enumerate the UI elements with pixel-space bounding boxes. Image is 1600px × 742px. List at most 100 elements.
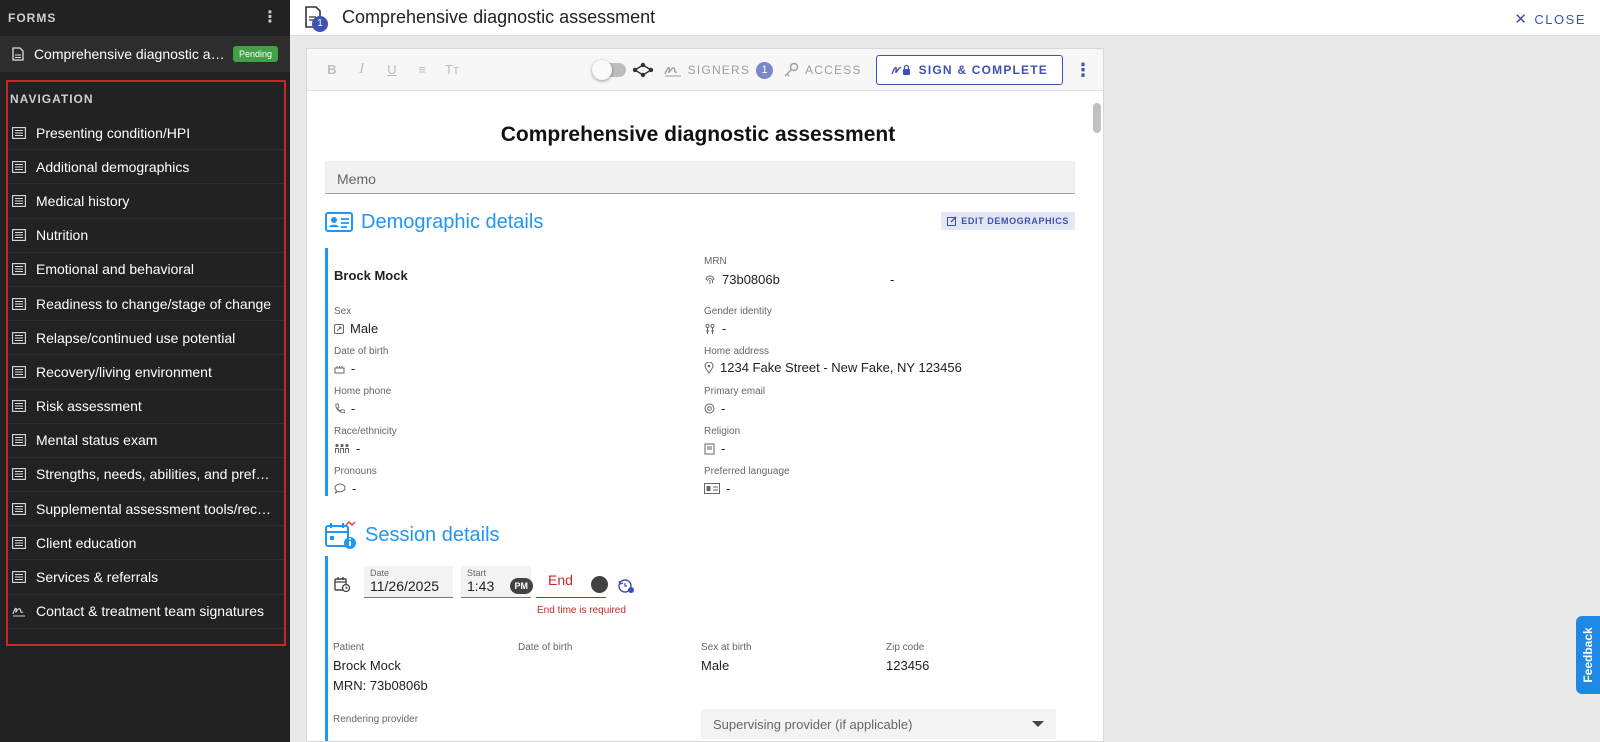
list-icon bbox=[12, 126, 26, 139]
signature-icon bbox=[12, 605, 26, 617]
ampm-toggle[interactable]: PM bbox=[509, 578, 533, 594]
form-item-current[interactable]: Comprehensive diagnostic assessment Pend… bbox=[0, 36, 290, 72]
italic-button[interactable]: I bbox=[347, 55, 377, 85]
bold-button[interactable]: B bbox=[317, 55, 347, 85]
toolbar-actions: SIGNERS 1 ACCESS SIGN & COMPLETE ⋮ bbox=[591, 49, 1103, 91]
nav-item[interactable]: Contact & treatment team signatures bbox=[8, 595, 284, 629]
close-label: CLOSE bbox=[1534, 11, 1586, 27]
nav-item[interactable]: Medical history bbox=[8, 184, 284, 219]
list-icon bbox=[12, 195, 26, 207]
start-time-field[interactable]: Start 1:43 PM bbox=[461, 566, 533, 598]
sign-lock-icon bbox=[891, 64, 910, 75]
end-time-field[interactable]: End bbox=[536, 566, 608, 598]
signers-label: SIGNERS bbox=[687, 63, 751, 77]
religion-row: - bbox=[704, 441, 725, 456]
key-icon bbox=[784, 62, 799, 77]
navigation-title: NAVIGATION bbox=[10, 92, 94, 106]
race-label: Race/ethnicity bbox=[334, 426, 397, 437]
signers-button[interactable]: SIGNERS 1 bbox=[664, 61, 774, 79]
religion-label: Religion bbox=[704, 426, 741, 437]
feedback-tab[interactable]: Feedback bbox=[1576, 616, 1600, 694]
rendering-provider-label: Rendering provider bbox=[333, 714, 419, 725]
close-icon: ✕ bbox=[1514, 11, 1529, 28]
phone-row: - bbox=[334, 401, 355, 416]
editor-toolbar: B I U ≡ Tт SIGNERS 1 ACCESS SIGN & COMPL… bbox=[307, 49, 1103, 91]
scrollbar-thumb[interactable] bbox=[1093, 103, 1101, 133]
nav-item[interactable]: Additional demographics bbox=[8, 150, 284, 185]
race-value: - bbox=[356, 441, 361, 456]
session-date-field[interactable]: Date 11/26/2025 bbox=[364, 566, 453, 598]
nav-item[interactable]: Mental status exam bbox=[8, 424, 284, 458]
end-ampm-toggle[interactable] bbox=[591, 576, 608, 593]
nav-item[interactable]: Recovery/living environment bbox=[8, 355, 284, 390]
dropdown-arrow-icon bbox=[1032, 721, 1044, 727]
nav-item[interactable]: Emotional and behavioral bbox=[8, 253, 284, 287]
close-button[interactable]: ✕ CLOSE bbox=[1514, 10, 1586, 28]
list-icon bbox=[12, 365, 26, 378]
feedback-label: Feedback bbox=[1581, 627, 1595, 683]
signers-count-badge: 1 bbox=[756, 61, 774, 79]
nav-item[interactable]: Readiness to change/stage of change bbox=[8, 287, 284, 322]
toggle-knob bbox=[591, 60, 612, 80]
clear-format-button[interactable]: Tт bbox=[437, 55, 467, 85]
nav-item-label: Readiness to change/stage of change bbox=[36, 295, 272, 312]
nav-item[interactable]: Client education bbox=[8, 526, 284, 561]
sex-value: Male bbox=[350, 321, 379, 336]
access-label: ACCESS bbox=[805, 63, 862, 77]
gender-icon bbox=[705, 323, 715, 334]
supervising-provider-select[interactable]: Supervising provider (if applicable) bbox=[701, 709, 1056, 739]
pronouns-value: - bbox=[352, 481, 357, 496]
workflow-icon bbox=[632, 62, 653, 78]
sidebar: FORMS ⋮ Comprehensive diagnostic assessm… bbox=[0, 0, 290, 742]
nav-item[interactable]: Services & referrals bbox=[8, 560, 284, 595]
workflow-toggle[interactable] bbox=[591, 60, 626, 80]
list-icon bbox=[12, 434, 26, 447]
start-label: Start bbox=[467, 568, 487, 578]
zip-label: Zip code bbox=[886, 642, 925, 653]
sign-complete-button[interactable]: SIGN & COMPLETE bbox=[875, 55, 1063, 85]
forms-more-icon[interactable]: ⋮ bbox=[262, 10, 278, 26]
nav-item-label: Strengths, needs, abilities, and prefere… bbox=[36, 466, 276, 483]
nav-item[interactable]: Strengths, needs, abilities, and prefere… bbox=[8, 458, 284, 493]
nav-item-label: Additional demographics bbox=[36, 158, 190, 175]
mrn-label: MRN bbox=[704, 256, 727, 267]
sync-time-icon[interactable] bbox=[617, 578, 635, 594]
phone-icon bbox=[335, 403, 345, 414]
fingerprint-icon bbox=[705, 275, 715, 284]
align-button[interactable]: ≡ bbox=[407, 55, 437, 85]
list-icon bbox=[12, 331, 26, 344]
nav-item-label: Services & referrals bbox=[36, 569, 159, 586]
form-document-icon: 1 bbox=[304, 4, 330, 32]
language-card-icon bbox=[704, 483, 720, 494]
language-label: Preferred language bbox=[704, 466, 790, 477]
email-row: - bbox=[704, 401, 725, 416]
access-button[interactable]: ACCESS bbox=[783, 62, 862, 78]
patient-name: Brock Mock bbox=[334, 268, 408, 283]
editor-more-icon[interactable]: ⋮ bbox=[1063, 60, 1103, 81]
top-bar: 1 Comprehensive diagnostic assessment ✕ … bbox=[290, 0, 1600, 36]
page-title: Comprehensive diagnostic assessment bbox=[342, 7, 656, 27]
patient-name-value: Brock Mock bbox=[333, 658, 401, 673]
nav-item[interactable]: Presenting condition/HPI bbox=[8, 116, 284, 151]
memo-field[interactable]: Memo bbox=[325, 161, 1075, 194]
nav-item[interactable]: Relapse/continued use potential bbox=[8, 321, 284, 356]
status-badge: Pending bbox=[232, 46, 278, 62]
session-block: Date 11/26/2025 Start 1:43 PM End End ti… bbox=[325, 556, 1075, 741]
nav-item-label: Presenting condition/HPI bbox=[36, 124, 191, 141]
email-label: Primary email bbox=[704, 386, 766, 397]
underline-button[interactable]: U bbox=[377, 55, 407, 85]
navigation-list: Presenting condition/HPI Additional demog… bbox=[8, 116, 284, 629]
nav-item-label: Recovery/living environment bbox=[36, 363, 212, 380]
form-item-label: Comprehensive diagnostic assessment bbox=[33, 46, 229, 62]
edit-demographics-button[interactable]: EDIT DEMOGRAPHICS bbox=[941, 212, 1075, 230]
nav-item-label: Nutrition bbox=[36, 227, 89, 244]
nav-item[interactable]: Supplemental assessment tools/records bbox=[8, 492, 284, 527]
at-icon bbox=[704, 403, 715, 414]
sex-row: Male bbox=[334, 321, 378, 336]
location-pin-icon bbox=[704, 361, 714, 374]
form-editor: B I U ≡ Tт SIGNERS 1 ACCESS SIGN & COMPL… bbox=[306, 48, 1104, 742]
forms-title: FORMS bbox=[8, 11, 57, 25]
date-value: 11/26/2025 bbox=[370, 578, 440, 594]
nav-item[interactable]: Nutrition bbox=[8, 219, 284, 253]
nav-item[interactable]: Risk assessment bbox=[8, 390, 284, 424]
